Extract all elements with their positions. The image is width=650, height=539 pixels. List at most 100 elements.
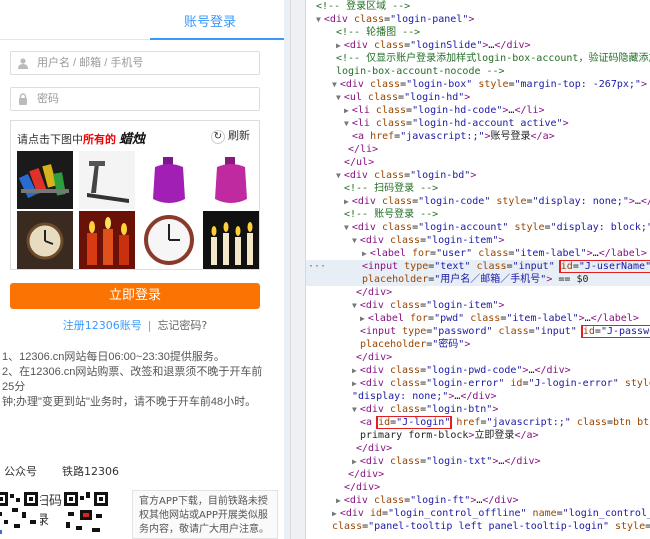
dom-tree-line[interactable]: ▼ <li class="login-hd-account active"> [306,117,650,130]
dom-tree-line[interactable]: ▶ <li class="login-hd-code">…</li> [306,104,650,117]
login-button[interactable]: 立即登录 [10,283,260,309]
captcha-image-clock[interactable] [17,211,73,269]
expand-toggle-icon[interactable]: ▼ [336,93,341,102]
dom-tree-line[interactable]: ▼ <ul class="login-hd"> [306,91,650,104]
expand-toggle-icon[interactable]: ▼ [352,301,357,310]
dom-tree-line[interactable]: placeholder="密码"> [306,338,650,351]
dom-tree-line[interactable]: login-box-account-nocode --> [306,65,650,78]
expand-toggle-icon[interactable]: ▼ [352,405,357,414]
dom-tree-line[interactable]: ▶ <div class="login-pwd-code">…</div> [306,364,650,377]
page-preview: 扫码登录 账号登录 请点击下图中所有的 蜡烛 ↻刷新 [0,0,290,539]
service-notice: 1、12306.cn网站每日06:00~23:30提供服务。 2、在12306.… [2,350,272,410]
active-tab-indicator [150,38,284,40]
expand-toggle-icon[interactable]: ▶ [352,366,357,375]
password-input[interactable] [37,90,255,108]
dom-tree-line[interactable]: ▼ <div class="login-bd"> [306,169,650,182]
captcha-refresh-button[interactable]: ↻ 刷新 [211,127,250,144]
expand-toggle-icon[interactable]: ▶ [344,197,349,206]
dom-tree-line[interactable]: <input type="text" class="input" id="J-u… [306,260,650,273]
dom-tree-line[interactable]: </li> [306,143,650,156]
dom-tree-line[interactable]: ▼ <div class="login-panel"> [306,13,650,26]
dom-tree-line[interactable]: ▼ <div class="login-item"> [306,234,650,247]
forgot-password-link[interactable]: 忘记密码? [157,319,207,332]
register-link[interactable]: 注册12306账号 [63,319,142,332]
captcha-image-hot-water-bag[interactable] [141,151,197,209]
dom-tree-line[interactable]: ▶ <div class="login-txt">…</div> [306,455,650,468]
password-field [10,87,260,111]
dom-tree-line[interactable]: ▶ <div class="login-code" style="display:… [306,195,650,208]
username-field [10,51,260,75]
notice-line-3: 钟;办理"变更到站"业务时，请不晚于开车前48小时。 [2,396,257,408]
login-links: 注册12306账号 | 忘记密码? [0,317,270,333]
captcha-image-hot-water-bag-2[interactable] [203,151,259,209]
expand-toggle-icon[interactable]: ▶ [332,509,337,518]
captcha-image-lighters[interactable] [17,151,73,209]
captcha-image-candles-red[interactable] [79,211,135,269]
lock-icon [19,93,27,105]
expand-toggle-icon[interactable]: ▶ [336,41,341,50]
captcha-target-word: 蜡烛 [119,132,146,147]
captcha-prompt: 请点击下图中所有的 蜡烛 [17,128,145,147]
dom-tree-line[interactable]: <!-- 扫码登录 --> [306,182,650,195]
expand-toggle-icon[interactable]: ▼ [332,80,337,89]
expand-toggle-icon[interactable]: ▼ [352,236,357,245]
panel-divider[interactable] [290,0,306,539]
username-input[interactable] [37,54,255,72]
dom-tree-line[interactable]: </div> [306,442,650,455]
dom-tree-line[interactable]: primary form-block>立即登录</a> [306,429,650,442]
dom-tree-line[interactable]: <a href="javascript:;">账号登录</a> [306,130,650,143]
highlighted-id-attribute: id="J-userName" [558,260,650,273]
expand-toggle-icon[interactable]: ▶ [360,314,365,323]
expand-toggle-icon[interactable]: ▼ [344,223,349,232]
dom-tree-line[interactable]: ▼ <div class="login-box" style="margin-to… [306,78,650,91]
dom-tree-line[interactable]: <!-- 账号登录 --> [306,208,650,221]
wechat-qr-code [0,490,40,539]
railway-app-title: 铁路12306 [62,465,119,478]
dom-tree-line[interactable]: ▶ <div class="loginSlide">…</div> [306,39,650,52]
expand-toggle-icon[interactable]: ▼ [316,15,321,24]
dom-tree-line[interactable]: <!-- 轮播图 --> [306,26,650,39]
dom-tree-line[interactable]: <!-- 仅显示账户登录添加样式login-box-account，验证码隐藏添… [306,52,650,65]
captcha-header: 请点击下图中所有的 蜡烛 ↻ 刷新 [11,121,259,147]
dom-tree-line[interactable]: <a id="J-login" href="javascript:;" clas… [306,416,650,429]
tab-account-login[interactable]: 账号登录 [184,11,236,30]
dom-tree-line[interactable]: </div> [306,286,650,299]
expand-toggle-icon[interactable]: ▶ [352,457,357,466]
dom-tree-line[interactable]: <input type="password" class="input" id=… [306,325,650,338]
captcha-prompt-text: 请点击下图中 [17,134,83,146]
dom-tree-line[interactable]: </div> [306,351,650,364]
expand-toggle-icon[interactable]: ▼ [336,171,341,180]
captcha-prompt-highlight: 所有的 [83,134,116,146]
expand-toggle-icon[interactable]: ▶ [336,496,341,505]
railway-app-qr-code [62,490,110,539]
expand-toggle-icon[interactable]: ▶ [344,106,349,115]
captcha-image-wall-clock[interactable] [141,211,197,269]
dom-tree-line[interactable]: ▶ <label for="pwd" class="item-label">…</… [306,312,650,325]
dom-tree-line[interactable]: "display: none;">…</div> [306,390,650,403]
dom-tree-line[interactable]: ▼ <div class="login-item"> [306,299,650,312]
captcha-image-candles[interactable] [203,211,259,269]
wechat-title: 公众号 [4,465,37,478]
dom-tree-line[interactable]: <!-- 登录区域 --> [306,0,650,13]
expand-toggle-icon[interactable]: ▶ [352,379,357,388]
dom-tree-line[interactable]: ▶ <label for="user" class="item-label">…<… [306,247,650,260]
dom-tree-line[interactable]: placeholder="用户名／邮箱／手机号"> == $0 [306,273,650,286]
dom-tree-line[interactable]: ▶ <div class="login-error" id="J-login-er… [306,377,650,390]
expand-toggle-icon[interactable]: ▶ [362,249,367,258]
selected-node-dots-icon[interactable]: ··· [308,260,326,273]
dom-tree-line[interactable]: ▶ <div class="login-ft">…</div> [306,494,650,507]
dom-tree-line[interactable]: </div> [306,481,650,494]
dom-tree-line[interactable]: </div> [306,468,650,481]
dom-tree-line[interactable]: ▶ <div id="login_control_offline" name="l… [306,507,650,520]
dom-tree-line[interactable]: ▼ <div class="login-account" style="displ… [306,221,650,234]
refresh-icon: ↻ [211,130,225,144]
notice-line-2: 2、在12306.cn网站购票、改签和退票须不晚于开车前25分 [2,366,263,393]
dom-tree-line[interactable]: class="panel-tooltip left panel-tooltip-… [306,520,650,533]
captcha-box: 请点击下图中所有的 蜡烛 ↻ 刷新 [10,120,260,270]
expand-toggle-icon[interactable]: ▼ [344,119,349,128]
dom-tree-line[interactable]: ▼ <div class="login-btn"> [306,403,650,416]
devtools-elements-panel: <!-- 登录区域 --> ▼ <div class="login-panel"> <… [306,0,650,539]
highlighted-id-attribute: id="J-password" [580,325,650,338]
dom-tree-line[interactable]: </ul> [306,156,650,169]
captcha-image-treadmill[interactable] [79,151,135,209]
